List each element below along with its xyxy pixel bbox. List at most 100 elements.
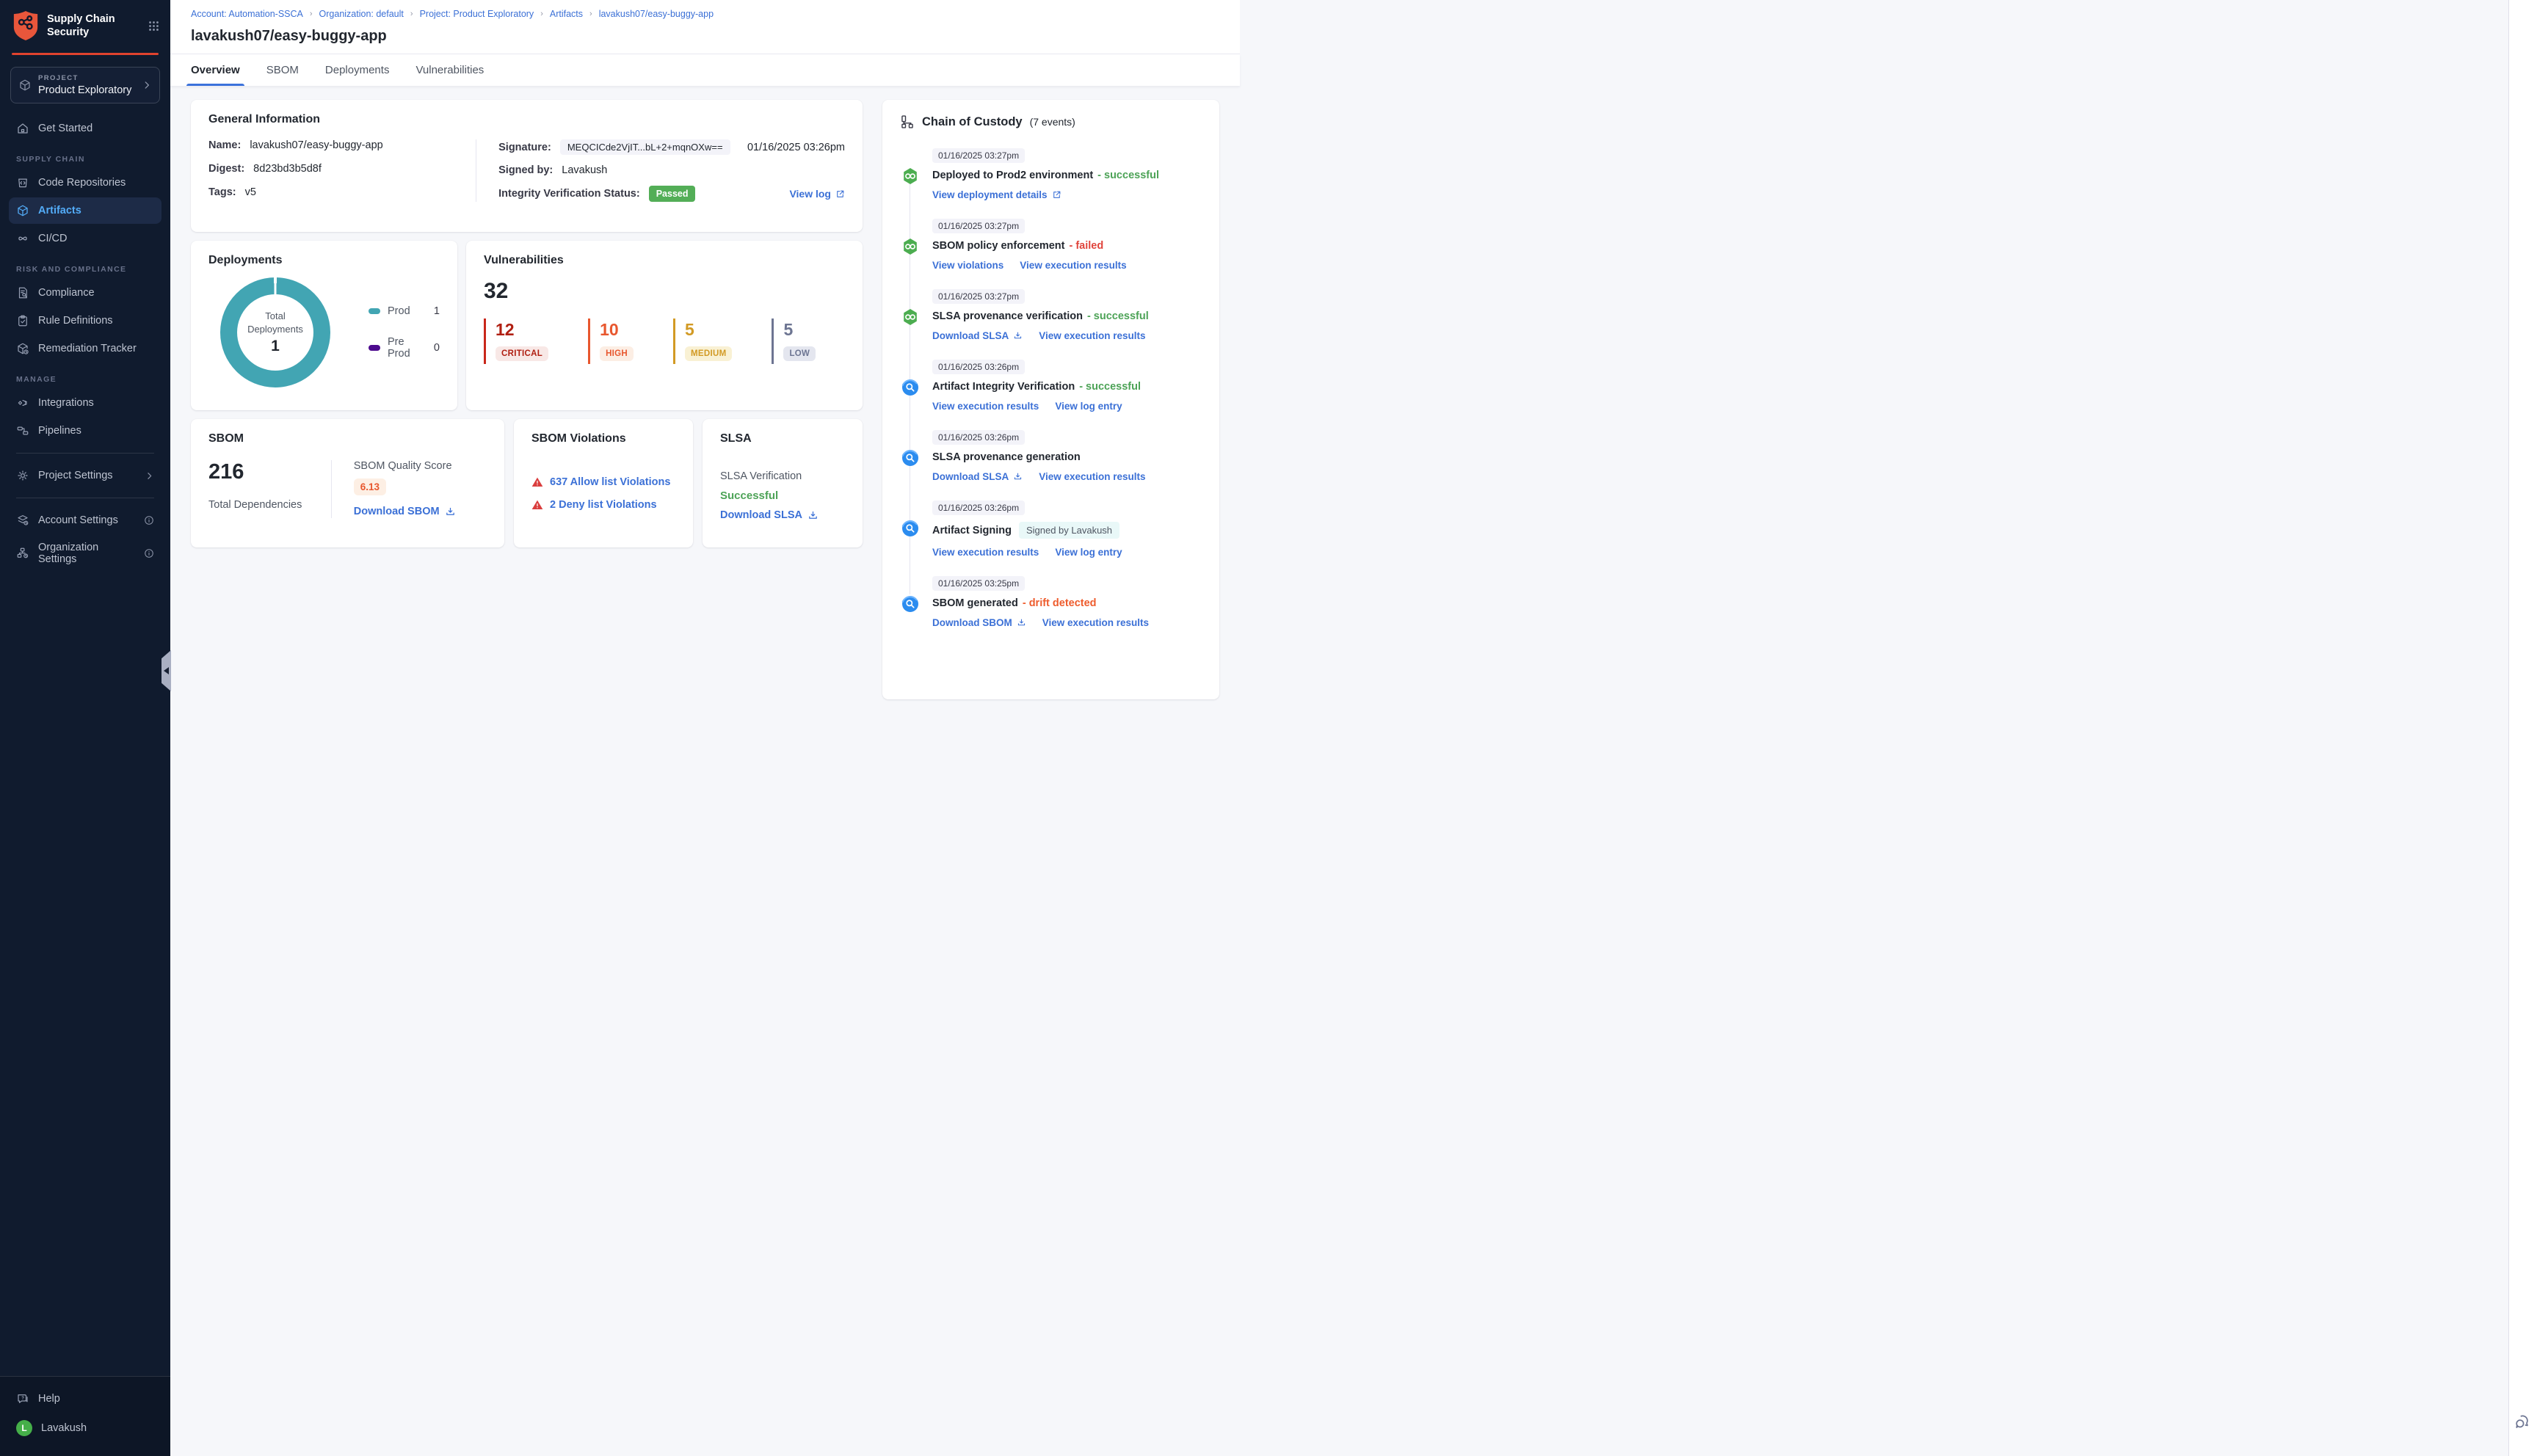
event-title: SLSA provenance generation [932, 451, 1081, 463]
chain-event-integrity-verification: 01/16/2025 03:26pm Artifact Integrity Ve… [901, 360, 1202, 412]
view-execution-results-link[interactable]: View execution results [1020, 260, 1126, 271]
module-grid-icon[interactable] [148, 20, 160, 32]
view-log-entry-link[interactable]: View log entry [1055, 547, 1122, 558]
app-logo-shield-icon [12, 10, 40, 41]
sidebar-item-rule-definitions[interactable]: Rule Definitions [9, 307, 161, 334]
sidebar-item-get-started[interactable]: Get Started [9, 115, 161, 142]
event-status: - successful [1086, 310, 1149, 322]
sidebar-section-supply-chain: SUPPLY CHAIN [16, 155, 85, 164]
breadcrumb-organization[interactable]: Organization: default [319, 9, 404, 19]
sidebar-item-pipelines[interactable]: Pipelines [9, 418, 161, 444]
event-status: - drift detected [1022, 597, 1097, 609]
slsa-verification-status: Successful [720, 489, 779, 502]
view-execution-results-link[interactable]: View execution results [1039, 330, 1145, 341]
breadcrumb-separator: › [309, 10, 313, 18]
signed-by-label: Signed by: [498, 164, 554, 176]
sidebar-item-remediation-tracker[interactable]: Remediation Tracker [9, 335, 161, 362]
donut-total-value: 1 [271, 337, 280, 354]
allow-list-violations-link[interactable]: 637 Allow list Violations [531, 476, 675, 488]
vulnerabilities-total: 32 [484, 279, 509, 303]
content: General Information Name: lavakush07/eas… [170, 86, 1240, 728]
quality-score-badge: 6.13 [353, 478, 387, 495]
view-execution-results-link[interactable]: View execution results [932, 547, 1039, 558]
slsa-verification-label: SLSA Verification [720, 470, 802, 482]
event-timestamp: 01/16/2025 03:25pm [932, 576, 1026, 591]
pipeline-hexagon-icon [901, 167, 919, 185]
download-slsa-link[interactable]: Download SLSA [720, 509, 819, 521]
legend-value: 0 [433, 342, 440, 354]
event-status: - failed [1069, 240, 1104, 252]
download-icon [1015, 332, 1022, 339]
external-link-icon [837, 190, 844, 197]
deny-list-violations-link[interactable]: 2 Deny list Violations [531, 499, 675, 511]
severity-critical: 12 CRITICAL [484, 318, 549, 364]
event-timestamp: 01/16/2025 03:27pm [932, 148, 1026, 163]
user-menu[interactable]: L Lavakush [9, 1413, 161, 1443]
integrity-status-label: Integrity Verification Status: [498, 188, 640, 200]
sidebar-item-code-repositories[interactable]: Code Repositories [9, 170, 161, 196]
view-deployment-details-link[interactable]: View deployment details [932, 189, 1061, 200]
project-selector[interactable]: PROJECT Product Exploratory [10, 67, 160, 103]
card-title: SBOM [208, 432, 244, 445]
app-title: Supply Chain Security [47, 12, 115, 38]
breadcrumb-current[interactable]: lavakush07/easy-buggy-app [599, 9, 714, 19]
chevron-right-icon [145, 471, 154, 481]
breadcrumb-artifacts[interactable]: Artifacts [550, 9, 583, 19]
sidebar-item-label: CI/CD [38, 233, 68, 244]
sidebar-item-compliance[interactable]: Compliance [9, 280, 161, 306]
tab-sbom[interactable]: SBOM [266, 54, 299, 86]
sidebar-item-project-settings[interactable]: Project Settings [9, 462, 161, 489]
sidebar-item-integrations[interactable]: Integrations [9, 390, 161, 416]
view-execution-results-link[interactable]: View execution results [1039, 471, 1145, 482]
chain-event-artifact-signing: 01/16/2025 03:26pm Artifact Signing Sign… [901, 500, 1202, 558]
tab-deployments[interactable]: Deployments [325, 54, 390, 86]
signature-value: MEQCICde2VjIT...bL+2+mqnOXw== [559, 139, 730, 155]
sidebar-item-cicd[interactable]: CI/CD [9, 225, 161, 252]
sidebar-item-organization-settings[interactable]: Organization Settings [9, 535, 161, 572]
right-gutter [2508, 0, 2537, 1456]
view-execution-results-link[interactable]: View execution results [932, 401, 1039, 412]
card-title: General Information [208, 113, 321, 125]
download-sbom-link[interactable]: Download SBOM [932, 617, 1026, 628]
view-log-link[interactable]: View log [789, 188, 845, 200]
infinity-icon [16, 232, 29, 245]
card-title: SLSA [720, 432, 752, 445]
breadcrumb-account[interactable]: Account: Automation-SSCA [191, 9, 303, 19]
view-execution-results-link[interactable]: View execution results [1042, 617, 1149, 628]
breadcrumb-project[interactable]: Project: Product Exploratory [420, 9, 534, 19]
sidebar-item-artifacts[interactable]: Artifacts [9, 197, 161, 224]
tab-overview[interactable]: Overview [186, 54, 244, 86]
feedback-chat-icon[interactable] [2514, 1412, 2533, 1431]
artifact-digest: 8d23bd3b5d8f [253, 163, 322, 175]
legend-value: 1 [433, 305, 440, 317]
digest-label: Digest: [208, 163, 245, 175]
view-log-entry-link[interactable]: View log entry [1055, 401, 1122, 412]
tab-vulnerabilities[interactable]: Vulnerabilities [415, 54, 484, 86]
layers-gear-icon [16, 514, 29, 527]
hierarchy-icon [901, 115, 913, 128]
download-icon [1015, 473, 1022, 480]
download-icon [446, 507, 454, 515]
sidebar-item-help[interactable]: ? Help [9, 1386, 161, 1412]
artifact-tags: v5 [244, 186, 256, 198]
legend-item-prod: Prod 1 [369, 305, 440, 317]
view-violations-link[interactable]: View violations [932, 260, 1003, 271]
sidebar-item-account-settings[interactable]: Account Settings [9, 507, 161, 534]
signature-label: Signature: [498, 141, 551, 153]
chain-event-slsa-generation: 01/16/2025 03:26pm SLSA provenance gener… [901, 430, 1202, 482]
event-title: SLSA provenance verification [932, 310, 1083, 322]
artifact-name: lavakush07/easy-buggy-app [250, 139, 383, 151]
warning-triangle-icon [531, 500, 543, 509]
brand-accent-bar [12, 53, 159, 55]
sidebar-nav: Get Started SUPPLY CHAIN Code Repositori… [0, 108, 170, 572]
download-sbom-link[interactable]: Download SBOM [354, 506, 456, 517]
chain-event-deploy: 01/16/2025 03:27pm Deployed to Prod2 env… [901, 148, 1202, 200]
download-slsa-link[interactable]: Download SLSA [932, 330, 1023, 341]
main-area: Account: Automation-SSCA › Organization:… [170, 0, 1240, 728]
severity-high: 10 HIGH [588, 318, 634, 364]
chevron-right-icon [142, 80, 152, 90]
signed-by-value: Lavakush [562, 164, 608, 176]
pipelines-flow-icon [16, 424, 29, 437]
card-title: SBOM Violations [531, 432, 626, 445]
download-slsa-link[interactable]: Download SLSA [932, 471, 1023, 482]
